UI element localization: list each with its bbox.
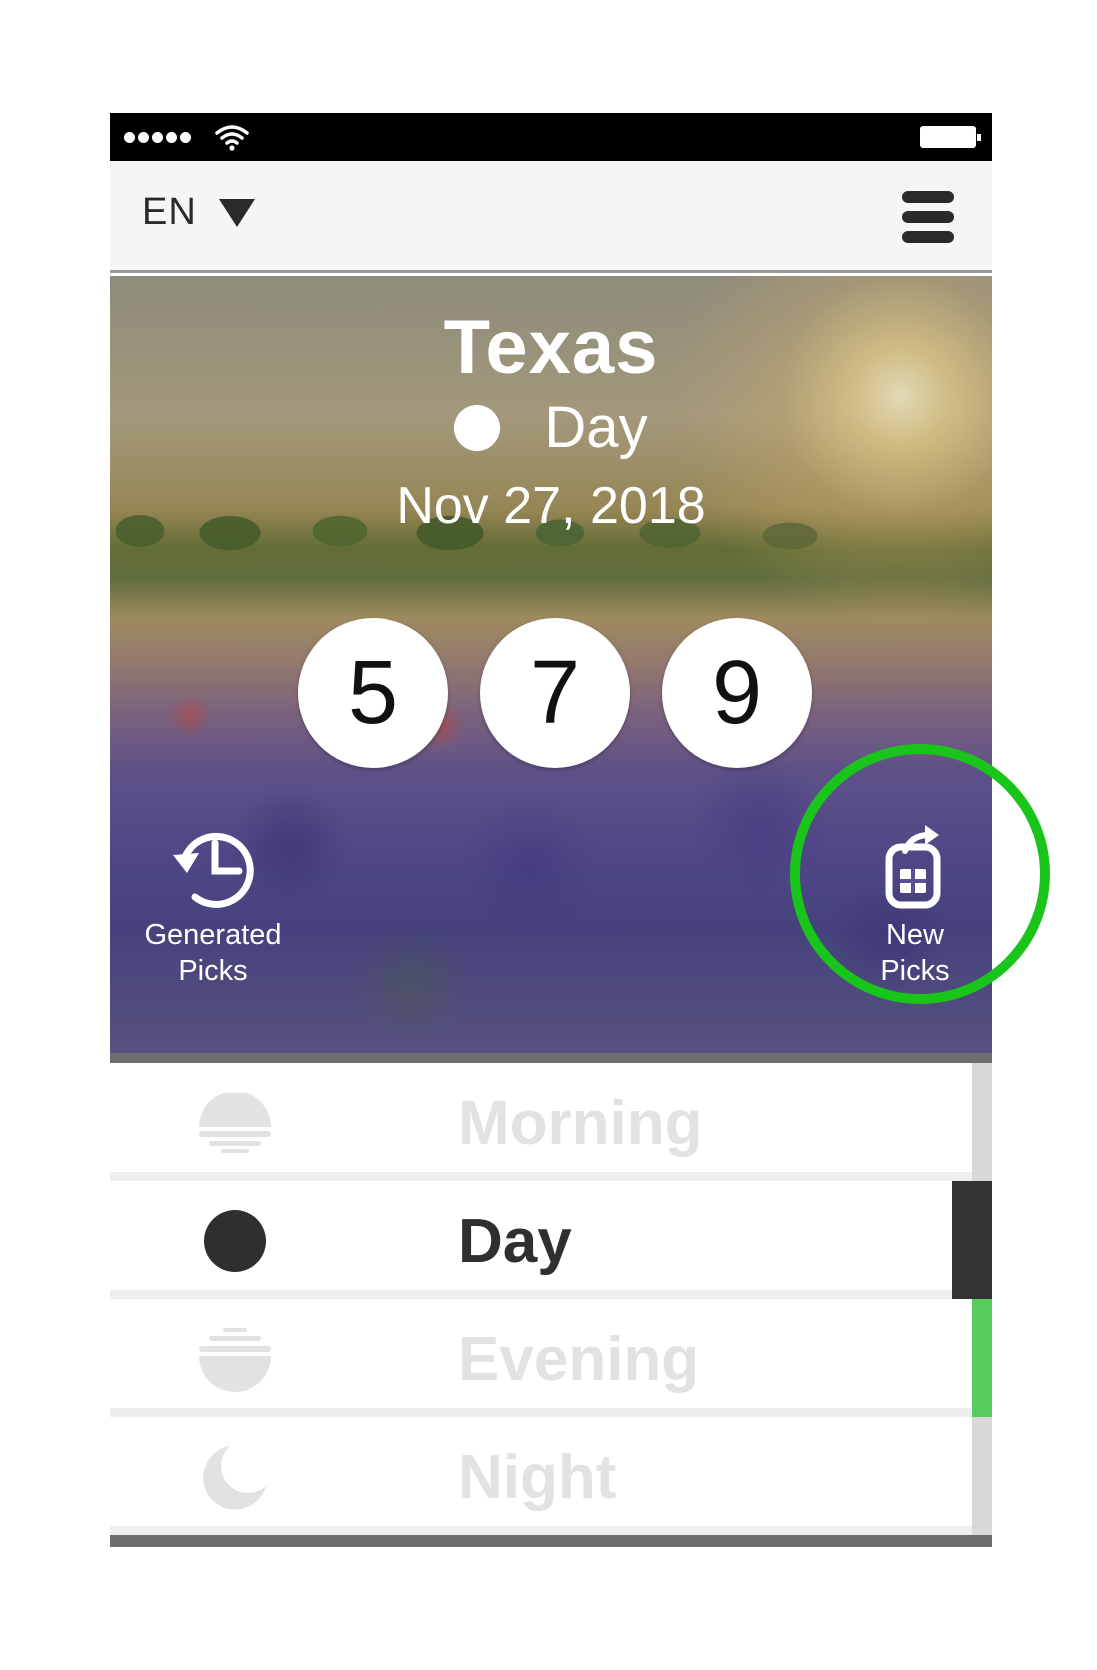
number-ball: 9 [662,618,812,768]
draw-time-label: Day [544,395,648,460]
new-picks-button[interactable]: New Picks [865,821,965,989]
state-title: Texas [443,305,659,390]
sun-dot-icon [454,404,501,451]
draw-time-list: Morning Day Evening Night [110,1063,992,1547]
phone-frame: EN Texas Day Nov 27, 2018 5 7 9 Generate… [110,113,992,1568]
wifi-icon [215,125,249,151]
draw-time-label: Day [458,1207,572,1276]
generated-picks-button[interactable]: Generated Picks [138,821,288,989]
new-picks-label: New Picks [880,919,950,987]
row-indicator [972,1417,992,1535]
language-label: EN [142,191,197,233]
draw-time-label: Night [458,1443,617,1512]
app-header: EN [110,161,992,273]
row-indicator [972,1063,992,1181]
draw-time-label: Morning [458,1089,703,1158]
draw-time-row: Day [110,394,992,461]
hamburger-menu-icon[interactable] [902,191,954,243]
signal-strength-icon [124,132,191,143]
draw-time-row-night[interactable]: Night [110,1417,992,1535]
draw-time-row-evening[interactable]: Evening [110,1299,992,1417]
history-clock-icon [173,832,254,908]
row-indicator [952,1181,992,1299]
battery-icon [920,126,981,148]
draw-time-row-day[interactable]: Day [110,1181,992,1299]
divider [110,1535,992,1547]
hero-banner: Texas Day Nov 27, 2018 5 7 9 Generated P… [110,276,992,1053]
winning-numbers: 5 7 9 [298,618,812,768]
draw-date: Nov 27, 2018 [396,477,706,535]
number-ball: 7 [480,618,630,768]
sun-dot-icon [195,1201,275,1281]
caret-down-icon [218,198,255,227]
generated-picks-label: Generated Picks [144,919,282,987]
draw-time-row-morning[interactable]: Morning [110,1063,992,1181]
moon-icon [195,1437,275,1517]
new-picks-icon [885,825,941,909]
sunrise-icon [195,1083,275,1163]
sunset-icon [195,1319,275,1399]
language-selector[interactable]: EN [142,191,255,234]
row-indicator [972,1299,992,1417]
number-ball: 5 [298,618,448,768]
divider [110,1053,992,1063]
draw-time-label: Evening [458,1325,700,1394]
status-bar [110,113,992,161]
